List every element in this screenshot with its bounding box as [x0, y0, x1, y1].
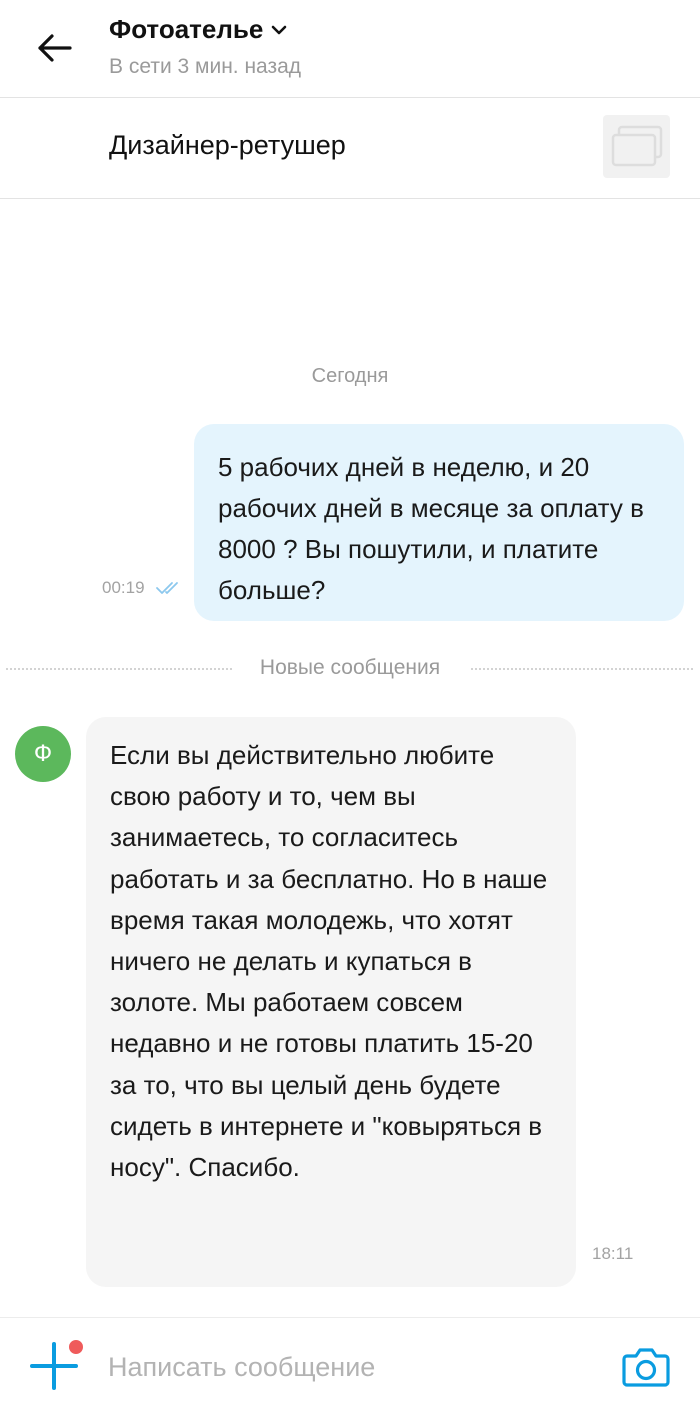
chevron-down-icon [272, 25, 287, 34]
message-composer [0, 1317, 700, 1414]
outgoing-message-time: 00:19 [102, 578, 145, 597]
chat-header: Фотоателье В сети 3 мин. назад [0, 0, 700, 98]
camera-button[interactable] [622, 1346, 670, 1388]
sender-avatar[interactable]: Ф [15, 726, 71, 782]
incoming-message-bubble[interactable]: Если вы действительно любите свою работу… [86, 717, 576, 1287]
separator-line-right [471, 668, 693, 670]
attach-button[interactable] [28, 1338, 85, 1392]
outgoing-message-bubble[interactable]: 5 рабочих дней в неделю, и 20 рабочих дн… [194, 424, 684, 621]
chat-title-block: Фотоателье В сети 3 мин. назад [109, 14, 301, 79]
message-input[interactable] [108, 1344, 588, 1390]
chat-title-dropdown[interactable]: Фотоателье [109, 14, 301, 45]
double-check-icon [155, 582, 178, 594]
image-placeholder-icon [611, 125, 662, 166]
job-title: Дизайнер-ретушер [109, 130, 346, 160]
date-separator: Сегодня [311, 365, 389, 387]
outgoing-message-meta: 00:19 [102, 578, 181, 598]
incoming-message-text: Если вы действительно любите свою работу… [110, 740, 548, 1183]
online-status: В сети 3 мин. назад [109, 55, 302, 78]
job-thumbnail[interactable] [603, 115, 670, 178]
chat-title: Фотоателье [109, 14, 264, 44]
outgoing-message-text: 5 рабочих дней в неделю, и 20 рабочих дн… [218, 452, 644, 605]
new-messages-separator: Новые сообщения [0, 656, 700, 686]
job-listing-bar[interactable]: Дизайнер-ретушер [0, 98, 700, 199]
avatar-letter: Ф [33, 740, 53, 767]
incoming-message-time: 18:11 [592, 1244, 634, 1263]
arrow-left-icon [38, 34, 72, 62]
back-button[interactable] [30, 24, 78, 72]
camera-icon [622, 1348, 670, 1387]
notification-dot [67, 1338, 85, 1356]
